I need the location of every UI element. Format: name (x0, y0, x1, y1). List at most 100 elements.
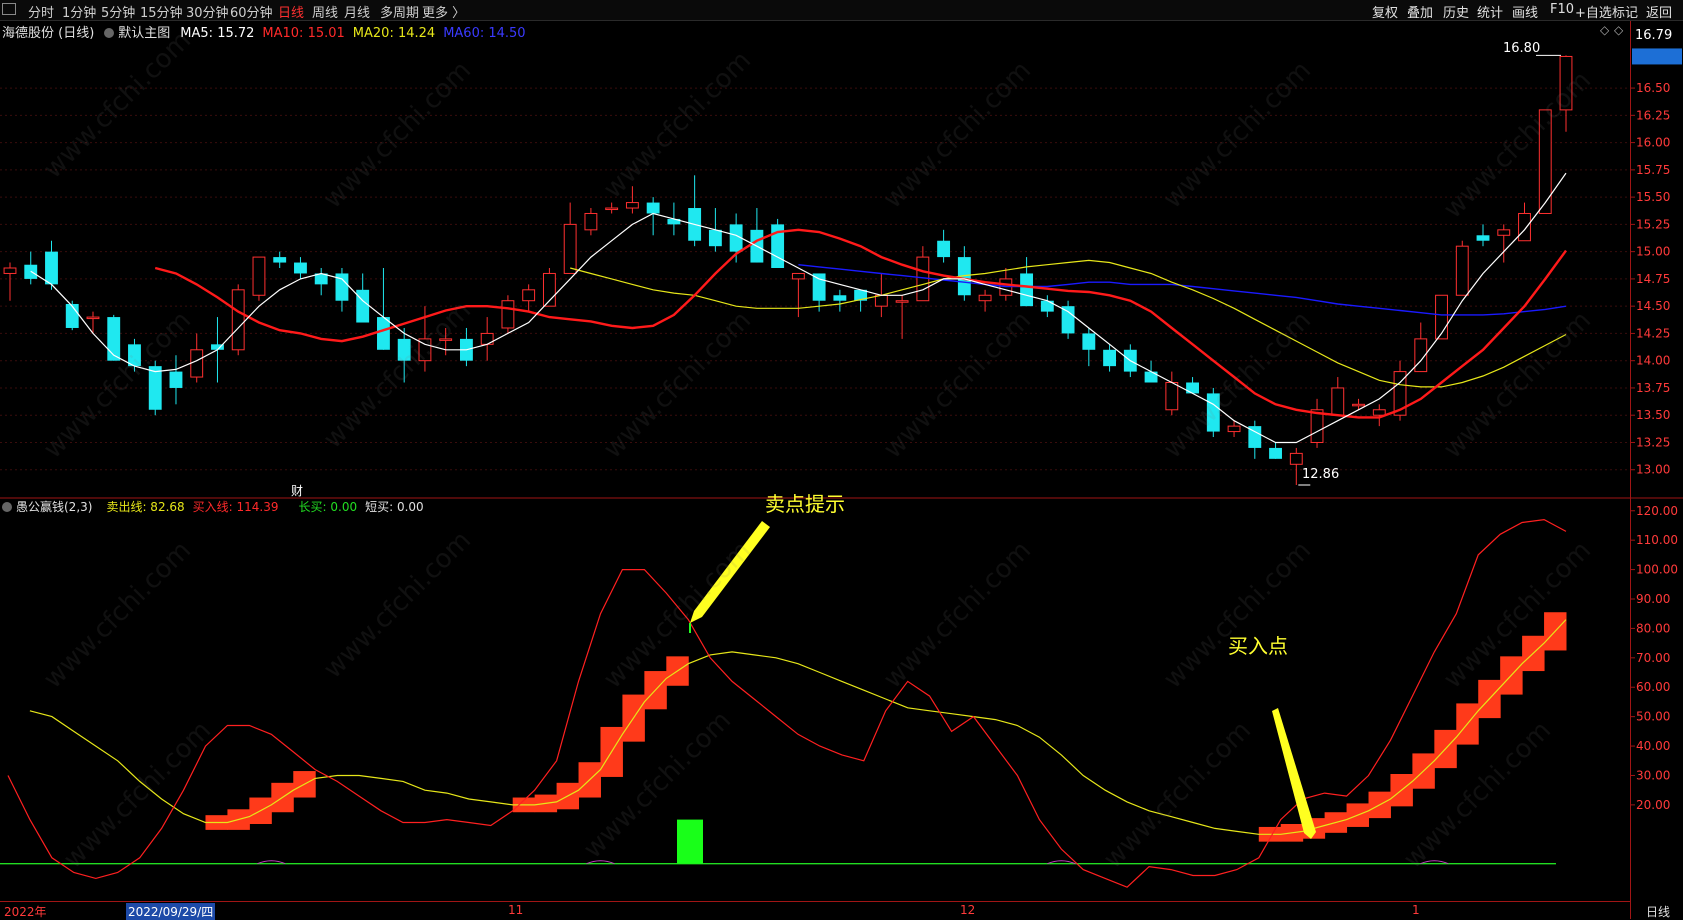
price-tick-label: 15.50 (1636, 190, 1670, 204)
candle (377, 268, 390, 350)
candle (688, 175, 702, 247)
tab-4[interactable]: 30分钟 (186, 2, 229, 21)
sell-value: 卖出线: 82.68 (106, 500, 185, 514)
ma10-line (154, 228, 1567, 419)
chart-name[interactable]: 默认主图 (118, 26, 170, 41)
toolbar-btn-5[interactable]: F10 (1550, 2, 1574, 17)
diamond-icon[interactable]: ◇ (1600, 23, 1609, 37)
price-tick-label: 13.50 (1636, 408, 1670, 422)
candle (1082, 327, 1096, 367)
period-label: 日线 (1646, 905, 1671, 919)
toolbar-btn-3[interactable]: 统计 (1477, 2, 1503, 21)
candle (895, 295, 909, 339)
short-value: 短买: 0.00 (365, 500, 424, 514)
candle (252, 256, 266, 301)
tab-10[interactable]: 更多 〉 (422, 2, 465, 21)
price-tick-label: 14.75 (1636, 272, 1670, 286)
candle (1061, 300, 1075, 339)
candle (3, 262, 17, 301)
tab-8[interactable]: 月线 (344, 2, 370, 21)
candle (169, 355, 183, 405)
candle (605, 202, 619, 214)
candle (480, 317, 494, 361)
buy-value: 买入线: 114.39 (192, 500, 279, 514)
buy-point-arrow (1272, 708, 1316, 839)
candle (148, 360, 162, 416)
candle (1020, 257, 1034, 307)
candle (750, 208, 764, 263)
indicator-tick-label: 80.00 (1636, 621, 1670, 635)
price-tick-label: 14.25 (1636, 326, 1670, 340)
indicator-settings-icon[interactable] (2, 502, 12, 512)
tab-1[interactable]: 1分钟 (62, 2, 96, 21)
tab-7[interactable]: 周线 (312, 2, 338, 21)
price-tick-label: 16.00 (1636, 136, 1670, 150)
candle (24, 251, 38, 285)
tab-6[interactable]: 日线 (278, 2, 304, 21)
current-price-label: 16.79 (1635, 28, 1673, 43)
sell-signal-bar (677, 819, 703, 864)
indicator-tick-label: 110.00 (1636, 533, 1678, 547)
price-tick-label: 16.50 (1636, 81, 1670, 95)
candle (65, 300, 79, 331)
axis-year: 2022年 (4, 905, 47, 919)
current-price-box (1632, 48, 1682, 65)
tab-0[interactable]: 分时 (28, 2, 54, 21)
toolbar-btn-0[interactable]: 复权 (1372, 2, 1398, 21)
candle (107, 314, 121, 361)
indicator-tick-label: 20.00 (1636, 798, 1670, 812)
price-tick-label: 13.00 (1636, 463, 1670, 477)
candle (356, 273, 370, 323)
axis-dec: 12 (960, 903, 976, 917)
long-value: 长买: 0.00 (298, 500, 358, 514)
tab-9[interactable]: 多周期 (380, 2, 419, 21)
chart-settings-icon[interactable] (104, 28, 115, 38)
candle (335, 268, 349, 312)
candle (771, 218, 785, 268)
candle (1040, 295, 1054, 318)
candle (1248, 420, 1262, 459)
candle (1538, 109, 1552, 214)
ma20-value: MA20: 14.24 (352, 26, 436, 41)
indicator-tick-label: 60.00 (1636, 680, 1670, 694)
candle (1310, 398, 1324, 448)
candle (314, 268, 328, 296)
ma10-value: MA10: 15.01 (262, 26, 345, 41)
axis-date[interactable]: 2022/09/29/四 (126, 903, 216, 920)
toolbar-btn-1[interactable]: 叠加 (1407, 2, 1433, 21)
indicator-name[interactable]: 愚公赢钱(2,3) (16, 500, 92, 514)
indicator-tick-label: 50.00 (1636, 710, 1670, 724)
toolbar-btn-7[interactable]: 标记 (1612, 2, 1638, 21)
toolbar-btn-4[interactable]: 画线 (1512, 2, 1538, 21)
price-tick-label: 14.50 (1636, 299, 1670, 313)
fin-marker: 财 (291, 484, 304, 498)
price-tick-label: 15.25 (1636, 217, 1670, 231)
indicator-tick-label: 100.00 (1636, 563, 1678, 577)
candle (791, 272, 805, 318)
candle (439, 327, 453, 356)
tab-5[interactable]: 60分钟 (230, 2, 273, 21)
toolbar-btn-8[interactable]: 返回 (1646, 2, 1672, 21)
buy-point-label: 买入点 (1228, 634, 1288, 658)
candle (294, 257, 307, 279)
candle (916, 246, 930, 302)
candle (833, 289, 847, 312)
candle (957, 246, 971, 301)
indicator-tick-label: 40.00 (1636, 739, 1670, 753)
candle (86, 311, 100, 334)
tab-3[interactable]: 15分钟 (140, 2, 183, 21)
price-tick-label: 15.00 (1636, 245, 1670, 259)
toolbar-btn-6[interactable]: +自选 (1575, 2, 1612, 21)
diamond-icon[interactable]: ◇ (1614, 23, 1623, 37)
indicator-tick-label: 120.00 (1636, 504, 1678, 518)
price-tick-label: 15.75 (1636, 163, 1670, 177)
tab-2[interactable]: 5分钟 (101, 2, 135, 21)
candle (1476, 224, 1490, 247)
menu-icon[interactable] (2, 3, 16, 15)
candle (978, 289, 992, 312)
candle (45, 240, 58, 290)
candle (937, 229, 951, 263)
toolbar-btn-2[interactable]: 历史 (1443, 2, 1469, 21)
indicator-tick-label: 30.00 (1636, 768, 1670, 782)
candle (522, 284, 536, 312)
